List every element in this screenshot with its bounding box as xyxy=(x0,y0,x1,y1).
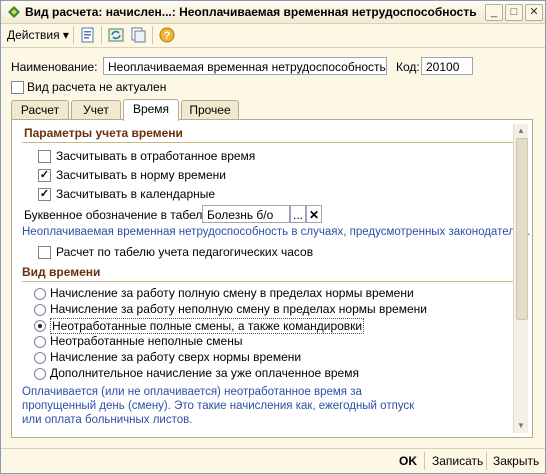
footer-separator xyxy=(424,452,425,470)
name-field[interactable]: Неоплачиваемая временная нетрудоспособно… xyxy=(103,57,387,75)
time-kind-description: Оплачивается (или не оплачивается) неотр… xyxy=(22,386,415,426)
time-kind-radio[interactable] xyxy=(34,288,46,300)
pedagogical-hours-label: Расчет по табелю учета педагогических ча… xyxy=(56,245,314,259)
code-label: Код: xyxy=(396,60,420,74)
form-body: Наименование: Неоплачиваемая временная н… xyxy=(1,48,545,448)
actions-menu[interactable]: Действия ▾ xyxy=(7,28,69,42)
footer-separator xyxy=(486,452,487,470)
section-divider xyxy=(22,142,516,143)
time-kind-option-selected: Неотработанные полные смены, а также ком… xyxy=(50,318,365,334)
pedagogical-hours-checkbox[interactable] xyxy=(38,246,51,259)
count-worked-time-label: Засчитывать в отработанное время xyxy=(56,149,256,163)
scroll-up-icon[interactable]: ▲ xyxy=(516,126,526,136)
count-worked-time-checkbox[interactable] xyxy=(38,150,51,163)
time-kind-section-title: Вид времени xyxy=(22,265,101,279)
not-actual-checkbox[interactable] xyxy=(11,81,24,94)
close-button[interactable]: Закрыть xyxy=(493,454,539,468)
window-title: Вид расчета: начислен...: Неоплачиваемая… xyxy=(25,5,477,19)
tab-calculation[interactable]: Расчет xyxy=(11,100,69,120)
code-field[interactable]: 20100 xyxy=(421,57,473,75)
time-kind-option: Начисление за работу неполную смену в пр… xyxy=(50,302,427,316)
toolbar-separator xyxy=(101,26,102,44)
clear-button[interactable]: ✕ xyxy=(306,205,322,223)
refresh-icon[interactable] xyxy=(107,26,125,44)
save-button[interactable]: Записать xyxy=(432,454,483,468)
letter-code-field[interactable]: Болезнь б/о xyxy=(202,205,290,223)
time-kind-option: Начисление за работу сверх нормы времени xyxy=(50,350,302,364)
post-document-icon[interactable] xyxy=(79,26,97,44)
section-divider xyxy=(22,281,516,282)
count-calendar-checkbox[interactable]: ✓ xyxy=(38,188,51,201)
toolbar-separator xyxy=(73,26,74,44)
count-norm-time-checkbox[interactable]: ✓ xyxy=(38,169,51,182)
minimize-button[interactable]: _ xyxy=(485,4,503,21)
letter-code-hint: Неоплачиваемая временная нетрудоспособно… xyxy=(22,226,531,238)
help-icon[interactable]: ? xyxy=(158,26,176,44)
name-label: Наименование: xyxy=(11,60,98,74)
vertical-scrollbar[interactable]: ▲ ▼ xyxy=(513,124,528,433)
time-kind-option: Дополнительное начисление за уже оплачен… xyxy=(50,366,359,380)
count-norm-time-label: Засчитывать в норму времени xyxy=(56,168,226,182)
toolbar-separator xyxy=(152,26,153,44)
not-actual-label: Вид расчета не актуален xyxy=(27,80,167,94)
svg-text:?: ? xyxy=(164,30,171,42)
time-kind-option: Начисление за работу полную смену в пред… xyxy=(50,286,414,300)
maximize-button[interactable]: □ xyxy=(505,4,523,21)
time-kind-radio[interactable] xyxy=(34,336,46,348)
footer: OK Записать Закрыть xyxy=(1,448,545,474)
copy-icon[interactable] xyxy=(129,26,147,44)
time-kind-radio[interactable] xyxy=(34,352,46,364)
toolbar: Действия ▾ ? xyxy=(1,23,545,48)
tab-other[interactable]: Прочее xyxy=(181,100,239,120)
window: Вид расчета: начислен...: Неоплачиваемая… xyxy=(0,0,546,474)
title-bar: Вид расчета: начислен...: Неоплачиваемая… xyxy=(1,1,545,24)
time-kind-radio-selected[interactable] xyxy=(34,320,46,332)
select-button[interactable]: ... xyxy=(290,205,306,223)
scroll-down-icon[interactable]: ▼ xyxy=(516,421,526,431)
time-kind-radio[interactable] xyxy=(34,304,46,316)
time-params-section-title: Параметры учета времени xyxy=(24,126,183,140)
scroll-thumb[interactable] xyxy=(516,138,528,320)
time-kind-radio[interactable] xyxy=(34,368,46,380)
app-icon xyxy=(8,6,20,18)
close-window-button[interactable]: ✕ xyxy=(525,4,543,21)
tab-panel-time: Параметры учета времени Засчитывать в от… xyxy=(11,119,533,438)
tab-accounting[interactable]: Учет xyxy=(71,100,121,120)
tab-time[interactable]: Время xyxy=(123,99,179,121)
count-calendar-label: Засчитывать в календарные xyxy=(56,187,216,201)
letter-code-label: Буквенное обозначение в табеле: xyxy=(24,208,213,222)
time-kind-option: Неотработанные неполные смены xyxy=(50,334,243,348)
ok-button[interactable]: OK xyxy=(399,454,417,468)
